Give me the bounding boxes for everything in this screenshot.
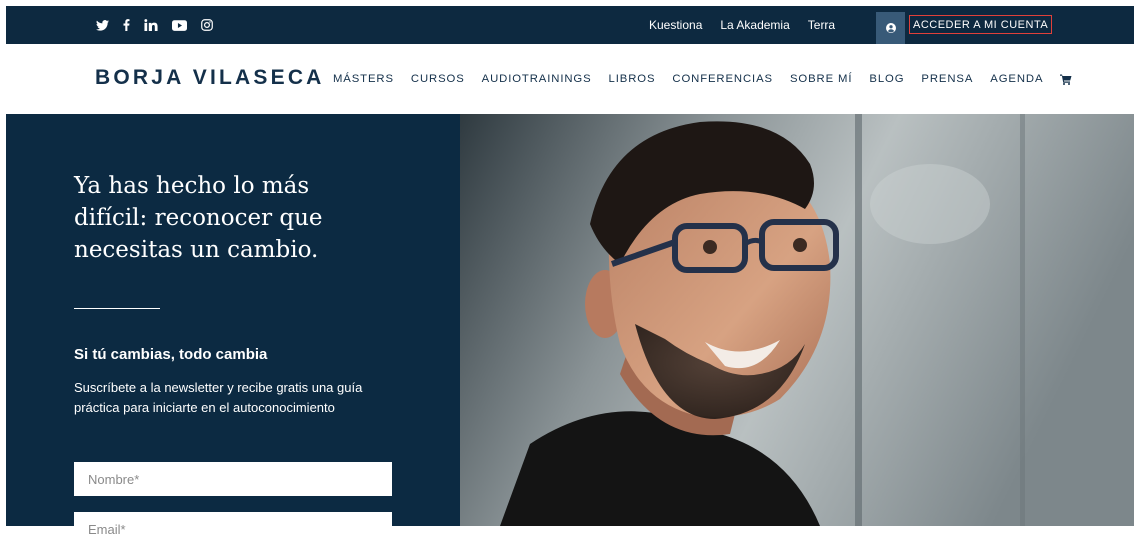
twitter-icon[interactable]	[96, 19, 109, 31]
top-links: Kuestiona La Akademia Terra	[649, 6, 835, 44]
nav-item-libros[interactable]: LIBROS	[609, 73, 656, 85]
divider-line	[74, 308, 160, 309]
linkedin-icon[interactable]	[144, 19, 158, 31]
hero-panel: Ya has hecho lo más difícil: reconocer q…	[6, 114, 460, 546]
main-nav: MÁSTERS CURSOS AUDIOTRAININGS LIBROS CON…	[333, 44, 1072, 114]
social-links	[96, 6, 213, 44]
nav-item-audiotrainings[interactable]: AUDIOTRAININGS	[482, 73, 592, 85]
email-input[interactable]	[74, 512, 392, 546]
account-login-button[interactable]: ACCEDER A MI CUENTA	[909, 15, 1053, 34]
nav-item-conferencias[interactable]: CONFERENCIAS	[672, 73, 773, 85]
nav-item-blog[interactable]: BLOG	[869, 73, 904, 85]
nav-item-agenda[interactable]: AGENDA	[990, 73, 1043, 85]
nav-item-cursos[interactable]: CURSOS	[411, 73, 465, 85]
top-link-kuestiona[interactable]: Kuestiona	[649, 18, 702, 32]
top-link-la-akademia[interactable]: La Akademia	[720, 18, 789, 32]
nav-item-masters[interactable]: MÁSTERS	[333, 73, 394, 85]
hero-portrait-image	[460, 114, 1134, 526]
hero-headline: Ya has hecho lo más difícil: reconocer q…	[74, 173, 323, 263]
site-logo[interactable]: BORJA VILASECA	[95, 66, 325, 90]
instagram-icon[interactable]	[201, 19, 213, 31]
user-icon[interactable]	[876, 12, 905, 44]
newsletter-description: Suscríbete a la newsletter y recibe grat…	[74, 380, 363, 415]
nav-item-sobre-mi[interactable]: SOBRE MÍ	[790, 73, 852, 85]
nav-item-prensa[interactable]: PRENSA	[921, 73, 973, 85]
cart-icon[interactable]	[1060, 74, 1072, 85]
top-link-terra[interactable]: Terra	[808, 18, 835, 32]
name-input[interactable]	[74, 462, 392, 496]
youtube-icon[interactable]	[172, 19, 187, 31]
newsletter-heading: Si tú cambias, todo cambia	[74, 346, 268, 363]
top-bar: Kuestiona La Akademia Terra ACCEDER A MI…	[6, 6, 1134, 44]
facebook-icon[interactable]	[123, 19, 130, 31]
main-header: BORJA VILASECA MÁSTERS CURSOS AUDIOTRAIN…	[6, 44, 1134, 114]
